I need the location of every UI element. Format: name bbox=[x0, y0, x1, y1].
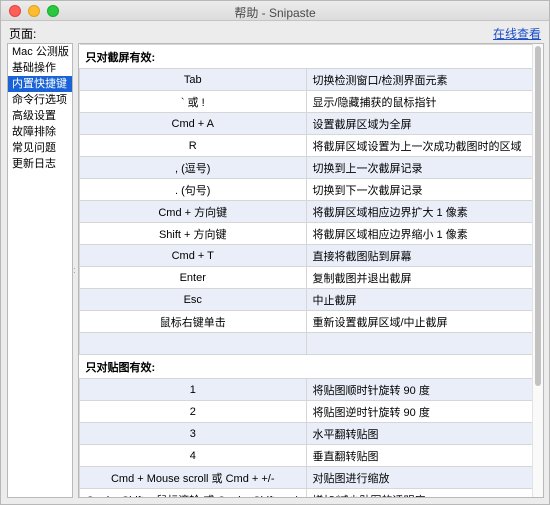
table-row: Cmd + A 设置截屏区域为全屏 bbox=[79, 112, 533, 135]
shortcut-description: 对贴图进行缩放 bbox=[305, 466, 533, 489]
table-row: ` 或 ! 显示/隐藏捕获的鼠标指针 bbox=[79, 90, 533, 113]
shortcut-description: 将截屏区域相应边界缩小 1 像素 bbox=[305, 222, 533, 245]
shortcut-description: 重新设置截屏区域/中止截屏 bbox=[305, 310, 533, 333]
shortcut-key: R bbox=[79, 134, 307, 157]
shortcut-description: 将截屏区域相应边界扩大 1 像素 bbox=[305, 200, 533, 223]
table-row: R 将截屏区域设置为上一次成功截图时的区域 bbox=[79, 134, 533, 157]
shortcut-description: 直接将截图贴到屏幕 bbox=[305, 244, 533, 267]
shortcut-description: 切换到下一次截屏记录 bbox=[305, 178, 533, 201]
sidebar-item[interactable]: 故障排除 bbox=[8, 124, 72, 140]
shortcut-content-panel: 只对截屏有效: Tab 切换检测窗口/检测界面元素 ` 或 ! 显示/隐藏捕获的鼠标指针… bbox=[78, 43, 544, 498]
shortcut-key: ` 或 ! bbox=[79, 90, 307, 113]
window-title: 帮助 - Snipaste bbox=[234, 6, 316, 20]
online-view-link[interactable]: 在线查看 bbox=[493, 25, 541, 42]
table-row: Esc 中止截屏 bbox=[79, 288, 533, 311]
table-row: . (句号) 切换到下一次截屏记录 bbox=[79, 178, 533, 201]
table-row: Cmd + Mouse scroll 或 Cmd + +/- 对贴图进行缩放 bbox=[79, 466, 533, 489]
shortcut-key: Cmd + A bbox=[79, 112, 307, 135]
table-row: , (逗号) 切换到上一次截屏记录 bbox=[79, 156, 533, 179]
table-row: Cmd + Shift + 鼠标滚轮 或 Cmd + Shift + +/-增加… bbox=[79, 488, 533, 497]
shortcut-key: Cmd + T bbox=[79, 244, 307, 267]
shortcut-description: 增加/减少贴图的透明度 bbox=[305, 488, 533, 497]
shortcut-description: 设置截屏区域为全屏 bbox=[305, 112, 533, 135]
empty-cell bbox=[79, 332, 307, 355]
section-header: 只对截屏有效: bbox=[79, 44, 533, 69]
table-row: 1 将贴图顺时针旋转 90 度 bbox=[79, 378, 533, 401]
sidebar-item[interactable]: 常见问题 bbox=[8, 140, 72, 156]
shortcut-key: Enter bbox=[79, 266, 307, 289]
sidebar-item[interactable]: 基础操作 bbox=[8, 60, 72, 76]
table-row: Tab 切换检测窗口/检测界面元素 bbox=[79, 68, 533, 91]
sidebar-item[interactable]: 命令行选项 bbox=[8, 92, 72, 108]
shortcut-key: 鼠标右键单击 bbox=[79, 310, 307, 333]
shortcut-description: 垂直翻转贴图 bbox=[305, 444, 533, 467]
table-row: 3 水平翻转贴图 bbox=[79, 422, 533, 445]
page-label: 页面: bbox=[9, 27, 37, 41]
shortcut-description: 水平翻转贴图 bbox=[305, 422, 533, 445]
shortcut-key: 4 bbox=[79, 444, 307, 467]
shortcut-key: 3 bbox=[79, 422, 307, 445]
page-list-sidebar: Mac 公测版 基础操作 内置快捷键 命令行选项 高级设置 故障排除 常见问题 更新日志 bbox=[7, 43, 73, 498]
table-row: 4 垂直翻转贴图 bbox=[79, 444, 533, 467]
help-window: 帮助 - Snipaste 页面: 在线查看 Mac 公测版 基础操作 内置快捷键命… bbox=[0, 0, 550, 505]
empty-cell bbox=[305, 332, 533, 355]
table-row: Cmd + T 直接将截图贴到屏幕 bbox=[79, 244, 533, 267]
title-bar: 帮助 - Snipaste bbox=[1, 1, 549, 21]
shortcut-key: Shift + 方向键 bbox=[79, 222, 307, 245]
shortcut-key: , (逗号) bbox=[79, 156, 307, 179]
shortcut-key: 2 bbox=[79, 400, 307, 423]
vertical-scrollbar[interactable] bbox=[532, 44, 543, 497]
splitter-handle-icon[interactable]: · · bbox=[73, 265, 77, 277]
shortcut-key: Cmd + 方向键 bbox=[79, 200, 307, 223]
shortcut-description: 复制截图并退出截屏 bbox=[305, 266, 533, 289]
section-header-row: 只对截屏有效: bbox=[79, 44, 533, 69]
table-row: Cmd + 方向键 将截屏区域相应边界扩大 1 像素 bbox=[79, 200, 533, 223]
shortcut-table: 只对截屏有效: Tab 切换检测窗口/检测界面元素 ` 或 ! 显示/隐藏捕获的鼠标指针… bbox=[79, 44, 533, 497]
shortcut-key: 1 bbox=[79, 378, 307, 401]
shortcut-description: 显示/隐藏捕获的鼠标指针 bbox=[305, 90, 533, 113]
section-header: 只对贴图有效: bbox=[79, 354, 533, 379]
shortcut-key: . (句号) bbox=[79, 178, 307, 201]
table-row: Enter 复制截图并退出截屏 bbox=[79, 266, 533, 289]
shortcut-key: Cmd + Mouse scroll 或 Cmd + +/- bbox=[79, 466, 307, 489]
section-header-row: 只对贴图有效: bbox=[79, 354, 533, 379]
shortcut-key: Esc bbox=[79, 288, 307, 311]
shortcut-description: 将截屏区域设置为上一次成功截图时的区域 bbox=[305, 134, 533, 157]
table-row bbox=[79, 332, 533, 355]
shortcut-description: 将贴图顺时针旋转 90 度 bbox=[305, 378, 533, 401]
scrollbar-thumb[interactable] bbox=[535, 46, 541, 386]
table-row: 2 将贴图逆时针旋转 90 度 bbox=[79, 400, 533, 423]
sidebar-item[interactable]: 更新日志 bbox=[8, 156, 72, 172]
shortcut-key: Cmd + Shift + 鼠标滚轮 或 Cmd + Shift + +/- bbox=[79, 488, 307, 497]
table-row: 鼠标右键单击 重新设置截屏区域/中止截屏 bbox=[79, 310, 533, 333]
sidebar-item[interactable]: 高级设置 bbox=[8, 108, 72, 124]
shortcut-description: 中止截屏 bbox=[305, 288, 533, 311]
sidebar-item[interactable]: Mac 公测版 bbox=[8, 44, 72, 60]
shortcut-key: Tab bbox=[79, 68, 307, 91]
shortcut-description: 将贴图逆时针旋转 90 度 bbox=[305, 400, 533, 423]
table-row: Shift + 方向键 将截屏区域相应边界缩小 1 像素 bbox=[79, 222, 533, 245]
shortcut-description: 切换检测窗口/检测界面元素 bbox=[305, 68, 533, 91]
shortcut-description: 切换到上一次截屏记录 bbox=[305, 156, 533, 179]
sidebar-item[interactable]: 内置快捷键 bbox=[8, 76, 72, 92]
